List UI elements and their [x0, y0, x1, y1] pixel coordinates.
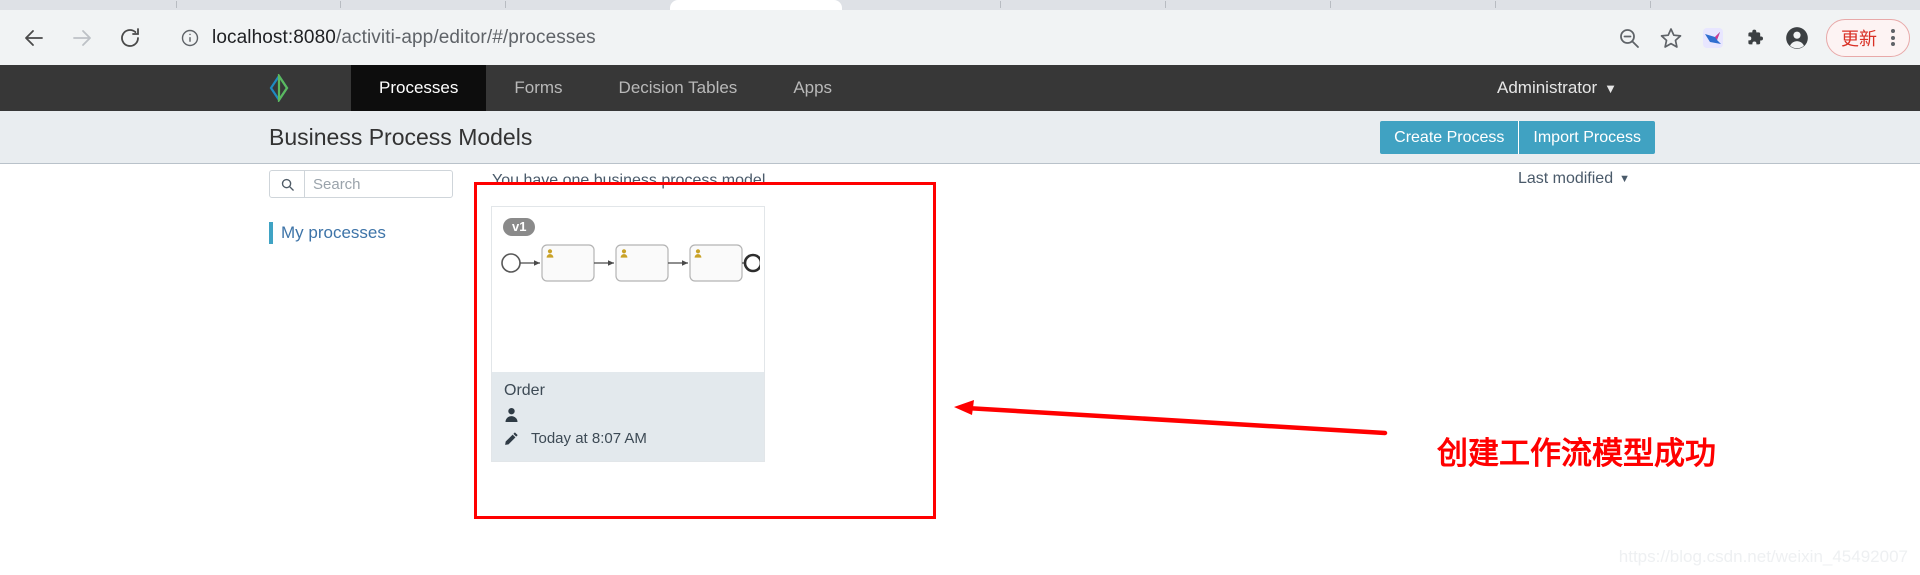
address-bar-text: localhost:8080/activiti-app/editor/#/pro…: [212, 27, 596, 49]
activiti-logo[interactable]: [253, 65, 305, 111]
bpmn-start-event: [501, 253, 521, 273]
arrow-left-icon: [22, 26, 46, 50]
reload-button[interactable]: [110, 18, 150, 58]
tab-divider: [1000, 1, 1001, 8]
bookmark-star-icon[interactable]: [1652, 19, 1690, 57]
user-menu-label: Administrator: [1496, 78, 1598, 97]
sidebar: My processes: [269, 170, 454, 244]
zoom-out-icon[interactable]: [1610, 19, 1648, 57]
three-dot-menu-icon[interactable]: [1885, 29, 1901, 46]
sidebar-item-my-processes[interactable]: My processes: [269, 222, 454, 244]
tab-divider: [1650, 1, 1651, 8]
create-process-button[interactable]: Create Process: [1380, 121, 1519, 154]
tab-processes-label: Processes: [379, 78, 459, 97]
watermark: https://blog.csdn.net/weixin_45492007: [1618, 547, 1908, 566]
extension-bird-icon[interactable]: [1694, 19, 1732, 57]
info-circle-icon[interactable]: [180, 28, 200, 48]
process-card-title: Order: [504, 382, 545, 399]
user-icon: [504, 407, 519, 428]
arrow-right-icon: [70, 26, 94, 50]
address-bar[interactable]: localhost:8080/activiti-app/editor/#/pro…: [166, 18, 1646, 57]
process-card-modified: Today at 8:07 AM: [504, 430, 752, 447]
tab-divider: [1165, 1, 1166, 8]
import-process-button[interactable]: Import Process: [1518, 121, 1655, 154]
tab-processes[interactable]: Processes: [351, 65, 487, 119]
tab-forms[interactable]: Forms: [486, 65, 590, 111]
search-input[interactable]: [305, 171, 452, 197]
extensions-puzzle-icon[interactable]: [1736, 19, 1774, 57]
update-button[interactable]: 更新: [1826, 18, 1910, 57]
tab-apps-label: Apps: [793, 78, 833, 97]
tab-divider: [176, 1, 177, 8]
browser-toolbar-actions: 更新: [1606, 10, 1910, 65]
update-label: 更新: [1841, 28, 1877, 49]
page-title: Business Process Models: [269, 124, 533, 150]
tab-forms-label: Forms: [514, 78, 563, 97]
search-icon: [270, 171, 305, 197]
tab-decision-tables-label: Decision Tables: [618, 78, 738, 97]
url-path: /activiti-app/editor/#/processes: [335, 26, 596, 48]
process-model-card[interactable]: v1 Order Today at 8:07 AM: [491, 206, 765, 462]
user-menu[interactable]: Administrator ▼: [1497, 65, 1920, 111]
pencil-icon: [504, 431, 519, 446]
forward-button[interactable]: [62, 18, 102, 58]
tab-divider: [340, 1, 341, 8]
bpmn-end-event: [743, 253, 760, 273]
tab-decision-tables[interactable]: Decision Tables: [591, 65, 766, 111]
browser-tab-strip[interactable]: [0, 0, 1920, 10]
sidebar-items: My processes: [269, 222, 454, 244]
annotation-text: 创建工作流模型成功: [1437, 436, 1716, 471]
app-navbar: Processes Forms Decision Tables Apps Adm…: [0, 65, 1920, 119]
reload-icon: [118, 26, 142, 50]
tab-apps[interactable]: Apps: [765, 65, 860, 111]
pointer-arrow: [954, 400, 1388, 436]
header-actions: Create Process Import Process: [1380, 121, 1655, 154]
process-card-owner: [504, 406, 752, 428]
profile-avatar-icon[interactable]: [1778, 19, 1816, 57]
sidebar-item-label: My processes: [281, 223, 386, 242]
sort-dropdown[interactable]: Last modified ▼: [1518, 170, 1630, 188]
search-box[interactable]: [269, 170, 453, 198]
process-card-modified-text: Today at 8:07 AM: [531, 430, 647, 447]
page-header: Business Process Models Create Process I…: [0, 111, 1920, 164]
browser-tab-active[interactable]: [670, 0, 842, 10]
model-count-hint: You have one business process model: [492, 172, 766, 189]
tab-divider: [505, 1, 506, 8]
bpmn-diagram: [501, 244, 760, 282]
chevron-down-icon: ▼: [1619, 173, 1630, 185]
back-button[interactable]: [14, 18, 54, 58]
tab-divider: [1330, 1, 1331, 8]
tab-divider: [1495, 1, 1496, 8]
process-card-footer: Order Today at 8:07 AM: [491, 372, 765, 462]
url-host: localhost:8080: [212, 26, 336, 48]
sort-dropdown-label: Last modified: [1517, 170, 1614, 187]
chevron-down-icon: ▼: [1604, 80, 1617, 96]
process-diagram-preview[interactable]: v1: [491, 206, 765, 372]
